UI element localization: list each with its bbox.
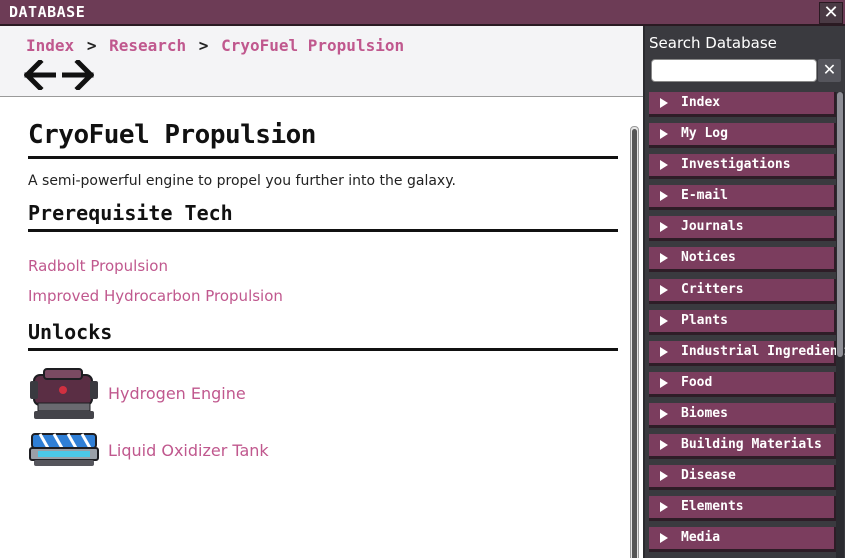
category-critters[interactable]: Critters	[649, 278, 836, 304]
category-e-mail[interactable]: E-mail	[649, 185, 836, 211]
category-industrial-ingredients[interactable]: Industrial Ingredients	[649, 340, 845, 366]
unlock-item[interactable]: Hydrogen Engine	[28, 365, 618, 422]
category-disease[interactable]: Disease	[649, 465, 836, 491]
expand-triangle-icon	[660, 346, 668, 357]
history-navigation	[24, 60, 94, 90]
category-label: Index	[681, 95, 721, 110]
expand-triangle-icon	[660, 315, 668, 326]
article-header: Index > Research > CryoFuel Propulsion	[0, 26, 643, 97]
category-investigations[interactable]: Investigations	[649, 154, 836, 180]
category-label: My Log	[681, 126, 728, 142]
category-label: Investigations	[681, 157, 791, 173]
hydrogen-engine-icon	[28, 367, 100, 421]
prerequisite-link[interactable]: Improved Hydrocarbon Propulsion	[28, 286, 618, 316]
unlocks-divider	[28, 348, 618, 351]
breadcrumb-index[interactable]: Index	[26, 36, 74, 55]
unlock-item[interactable]: Liquid Oxidizer Tank	[28, 422, 618, 479]
expand-triangle-icon	[660, 191, 668, 202]
database-sidebar: Search Database ✕ Index My Log Investigati…	[645, 26, 845, 558]
breadcrumb-current[interactable]: CryoFuel Propulsion	[221, 36, 404, 55]
unlocks-heading: Unlocks	[28, 320, 113, 344]
prerequisite-link[interactable]: Radbolt Propulsion	[28, 256, 618, 286]
category-label: E-mail	[681, 188, 728, 204]
expand-triangle-icon	[660, 222, 668, 233]
sidebar-scrollbar-thumb[interactable]	[837, 92, 843, 357]
article-content: CryoFuel Propulsion A semi-powerful engi…	[28, 120, 618, 479]
category-label: Elements	[681, 499, 744, 515]
expand-triangle-icon	[660, 160, 668, 171]
back-arrow-icon[interactable]	[24, 60, 56, 90]
title-divider	[28, 156, 618, 159]
category-building-materials[interactable]: Building Materials	[649, 434, 836, 460]
clear-search-button[interactable]: ✕	[818, 59, 841, 82]
article-description: A semi-powerful engine to propel you fur…	[28, 173, 456, 189]
breadcrumb-research[interactable]: Research	[109, 36, 186, 55]
category-plants[interactable]: Plants	[649, 309, 836, 335]
category-food[interactable]: Food	[649, 371, 836, 397]
article-title: CryoFuel Propulsion	[28, 120, 316, 150]
forward-arrow-icon[interactable]	[62, 60, 94, 90]
expand-triangle-icon	[660, 129, 668, 140]
category-label: Building Materials	[681, 437, 822, 453]
category-biomes[interactable]: Biomes	[649, 402, 836, 428]
breadcrumb-separator: >	[198, 36, 209, 55]
prerequisite-heading: Prerequisite Tech	[28, 201, 233, 225]
category-label: Industrial Ingredients	[681, 343, 845, 359]
prerequisite-divider	[28, 229, 618, 232]
expand-triangle-icon	[660, 377, 668, 388]
search-input[interactable]	[651, 59, 817, 82]
category-journals[interactable]: Journals	[649, 216, 836, 242]
expand-triangle-icon	[660, 253, 668, 264]
category-notices[interactable]: Notices	[649, 247, 836, 273]
expand-triangle-icon	[660, 533, 668, 544]
category-media[interactable]: Media	[649, 527, 836, 553]
expand-triangle-icon	[660, 284, 668, 295]
expand-triangle-icon	[660, 98, 668, 108]
window-titlebar: DATABASE ✕	[0, 0, 845, 26]
category-index[interactable]: Index	[649, 92, 836, 117]
category-label: Disease	[681, 468, 736, 484]
unlock-label[interactable]: Hydrogen Engine	[108, 384, 246, 403]
category-label: Biomes	[681, 405, 728, 421]
category-elements[interactable]: Elements	[649, 496, 836, 522]
article-panel: Index > Research > CryoFuel Propulsion C…	[0, 26, 645, 558]
category-list: Index My Log Investigations E-mail Journals N…	[649, 92, 845, 558]
breadcrumb: Index > Research > CryoFuel Propulsion	[26, 36, 404, 55]
search-label: Search Database	[649, 34, 777, 52]
window-title: DATABASE	[9, 3, 86, 21]
category-label: Plants	[681, 312, 728, 328]
sidebar-scrollbar[interactable]	[836, 92, 844, 558]
liquid-oxidizer-tank-icon	[28, 424, 100, 478]
expand-triangle-icon	[660, 502, 668, 513]
article-scrollbar[interactable]	[630, 126, 639, 558]
expand-triangle-icon	[660, 471, 668, 482]
category-label: Critters	[681, 281, 744, 297]
close-button[interactable]: ✕	[819, 2, 843, 24]
breadcrumb-separator: >	[86, 36, 97, 55]
category-label: Journals	[681, 219, 744, 235]
category-my-log[interactable]: My Log	[649, 123, 836, 149]
category-label: Notices	[681, 250, 736, 266]
unlock-label[interactable]: Liquid Oxidizer Tank	[108, 441, 269, 460]
expand-triangle-icon	[660, 408, 668, 419]
category-label: Food	[681, 374, 713, 390]
article-scrollbar-thumb[interactable]	[632, 129, 637, 558]
expand-triangle-icon	[660, 440, 668, 451]
category-label: Media	[681, 530, 721, 546]
